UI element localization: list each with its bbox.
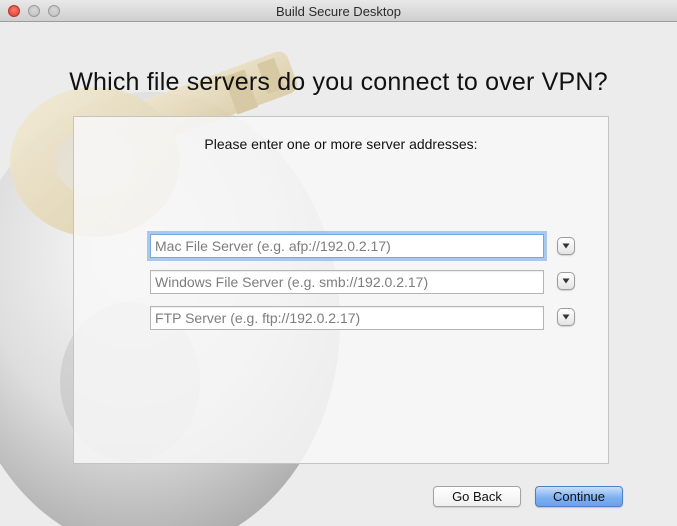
chevron-down-icon xyxy=(562,243,570,249)
mac-server-dropdown-button[interactable] xyxy=(557,237,575,255)
chevron-down-icon xyxy=(562,278,570,284)
chevron-down-icon xyxy=(562,314,570,320)
window-title: Build Secure Desktop xyxy=(275,4,401,19)
windows-file-server-input[interactable] xyxy=(150,270,544,294)
ftp-server-dropdown-button[interactable] xyxy=(557,308,575,326)
server-panel: Please enter one or more server addresse… xyxy=(73,116,609,464)
title-bar: Build Secure Desktop xyxy=(0,0,677,22)
panel-prompt: Please enter one or more server addresse… xyxy=(204,136,478,152)
continue-button[interactable]: Continue xyxy=(535,486,623,507)
windows-server-dropdown-button[interactable] xyxy=(557,272,575,290)
app-window: Build Secure Desktop Which file servers … xyxy=(0,0,677,526)
page-title: Which file servers do you connect to ove… xyxy=(69,68,608,96)
ftp-server-input[interactable] xyxy=(150,306,544,330)
go-back-button[interactable]: Go Back xyxy=(433,486,521,507)
mac-file-server-input[interactable] xyxy=(150,234,544,258)
